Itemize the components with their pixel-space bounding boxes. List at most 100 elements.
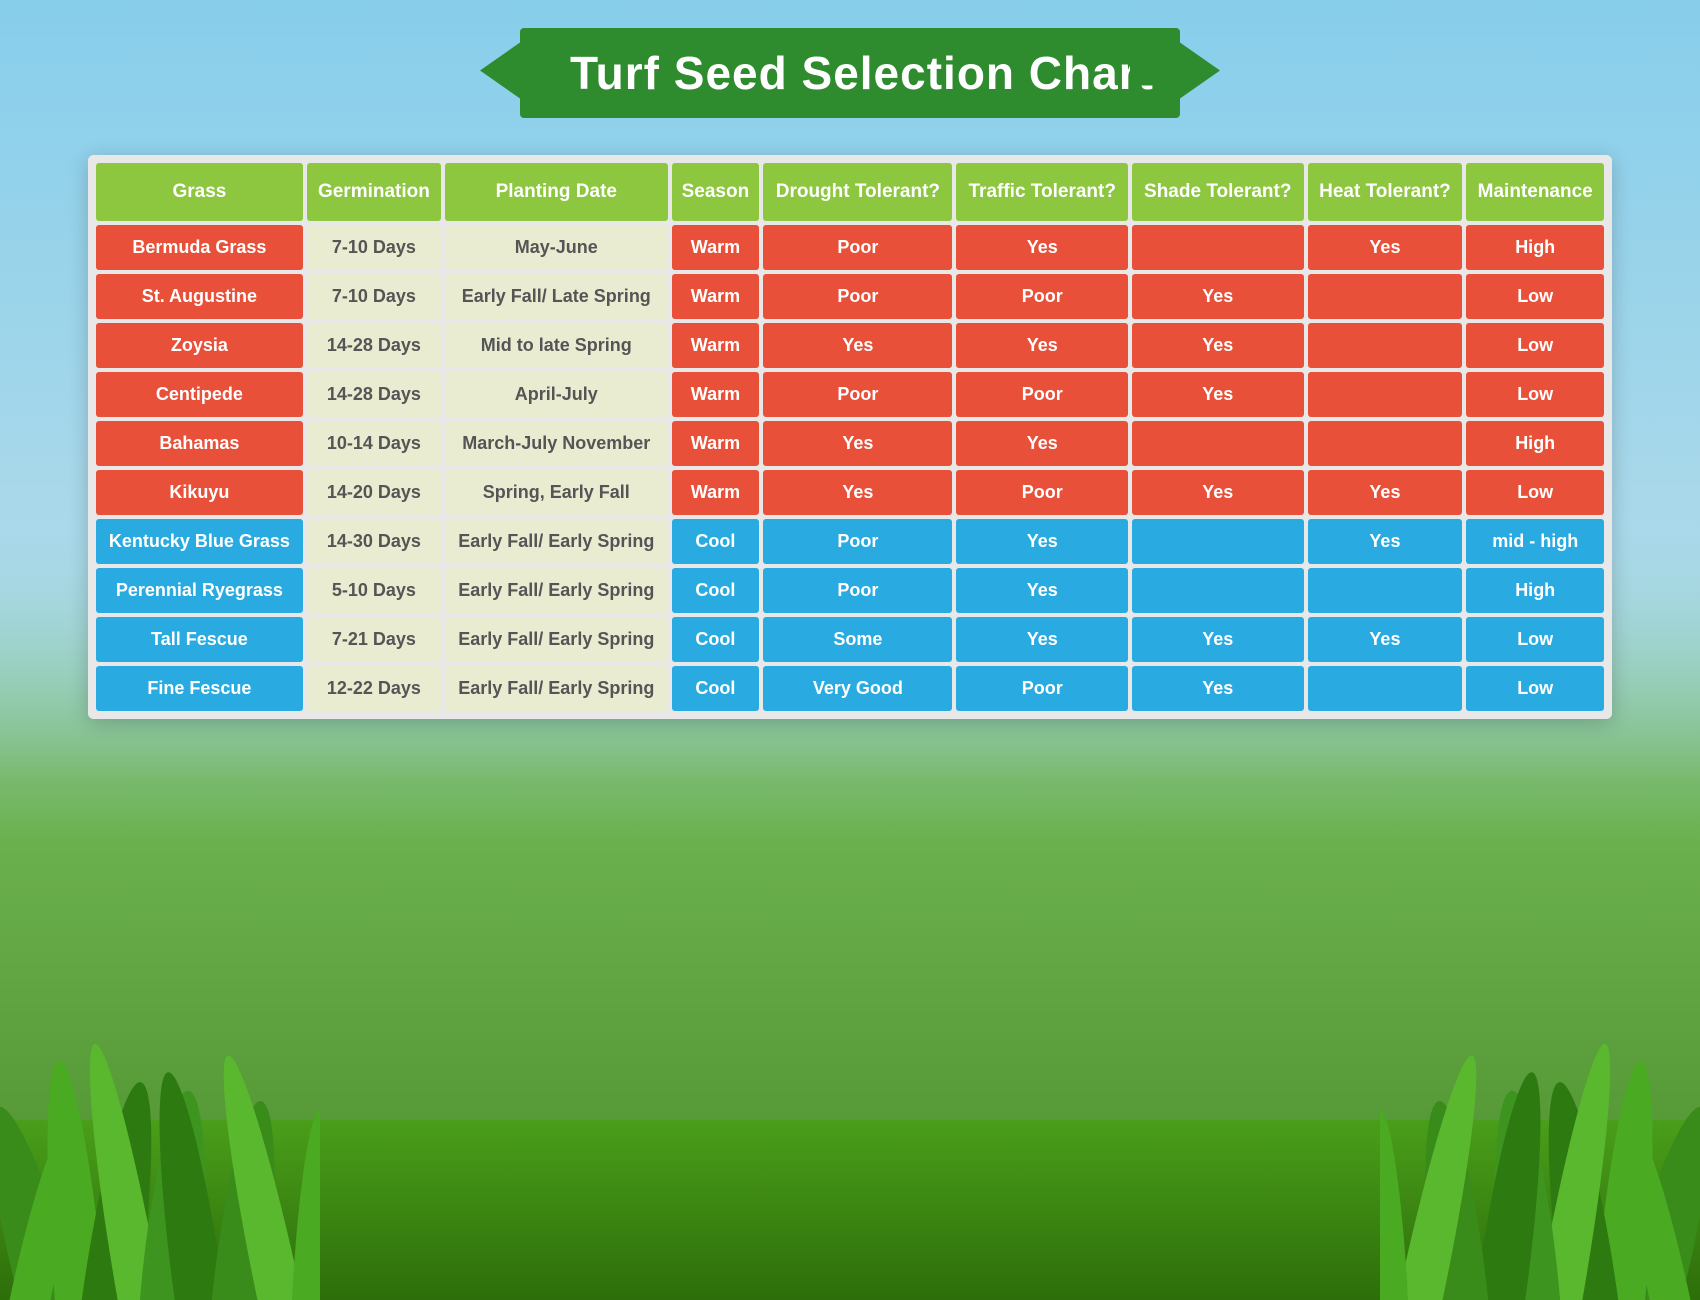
planting-cell: Early Fall/ Early Spring (445, 666, 668, 711)
traffic-cell: Poor (956, 470, 1128, 515)
germ-cell: 12-22 Days (307, 666, 441, 711)
shade-cell: Yes (1132, 666, 1304, 711)
heat-cell (1308, 323, 1463, 368)
planting-cell: Early Fall/ Early Spring (445, 519, 668, 564)
table-row: Zoysia14-28 DaysMid to late SpringWarmYe… (96, 323, 1604, 368)
maint-cell: Low (1466, 470, 1604, 515)
germ-cell: 14-28 Days (307, 323, 441, 368)
shade-cell: Yes (1132, 617, 1304, 662)
drought-cell: Poor (763, 274, 952, 319)
heat-cell (1308, 568, 1463, 613)
maint-cell: Low (1466, 372, 1604, 417)
drought-cell: Yes (763, 470, 952, 515)
grass-left (0, 920, 320, 1300)
shade-cell: Yes (1132, 372, 1304, 417)
arrow-left-decoration (480, 36, 570, 111)
traffic-cell: Poor (956, 372, 1128, 417)
season-cell: Cool (672, 666, 760, 711)
col-header-shade: Shade Tolerant? (1132, 163, 1304, 221)
season-cell: Warm (672, 323, 760, 368)
planting-cell: Early Fall/ Early Spring (445, 568, 668, 613)
heat-cell (1308, 274, 1463, 319)
season-cell: Cool (672, 519, 760, 564)
grass-cell: Tall Fescue (96, 617, 303, 662)
season-cell: Warm (672, 225, 760, 270)
heat-cell (1308, 421, 1463, 466)
table-row: Tall Fescue7-21 DaysEarly Fall/ Early Sp… (96, 617, 1604, 662)
season-cell: Warm (672, 372, 760, 417)
planting-cell: Early Fall/ Late Spring (445, 274, 668, 319)
maint-cell: High (1466, 225, 1604, 270)
col-header-season: Season (672, 163, 760, 221)
drought-cell: Poor (763, 225, 952, 270)
grass-cell: Kentucky Blue Grass (96, 519, 303, 564)
drought-cell: Yes (763, 421, 952, 466)
traffic-cell: Yes (956, 519, 1128, 564)
shade-cell (1132, 519, 1304, 564)
heat-cell: Yes (1308, 519, 1463, 564)
maint-cell: Low (1466, 323, 1604, 368)
title-banner: Turf Seed Selection Chart (520, 28, 1180, 118)
table-row: Perennial Ryegrass5-10 DaysEarly Fall/ E… (96, 568, 1604, 613)
grass-cell: Perennial Ryegrass (96, 568, 303, 613)
grass-cell: Centipede (96, 372, 303, 417)
shade-cell (1132, 421, 1304, 466)
maint-cell: Low (1466, 666, 1604, 711)
maint-cell: mid - high (1466, 519, 1604, 564)
traffic-cell: Yes (956, 421, 1128, 466)
grass-cell: Zoysia (96, 323, 303, 368)
drought-cell: Poor (763, 519, 952, 564)
drought-cell: Yes (763, 323, 952, 368)
traffic-cell: Yes (956, 568, 1128, 613)
germ-cell: 10-14 Days (307, 421, 441, 466)
drought-cell: Very Good (763, 666, 952, 711)
heat-cell (1308, 372, 1463, 417)
seed-selection-table: Grass Germination Planting Date Season D… (88, 155, 1612, 719)
title-area: Turf Seed Selection Chart (470, 18, 1230, 128)
planting-cell: Early Fall/ Early Spring (445, 617, 668, 662)
header-row: Grass Germination Planting Date Season D… (96, 163, 1604, 221)
maint-cell: Low (1466, 274, 1604, 319)
table-row: Bahamas10-14 DaysMarch-July NovemberWarm… (96, 421, 1604, 466)
title-text: Turf Seed Selection Chart (570, 47, 1154, 99)
heat-cell: Yes (1308, 225, 1463, 270)
grass-right (1380, 920, 1700, 1300)
table-row: Kentucky Blue Grass14-30 DaysEarly Fall/… (96, 519, 1604, 564)
traffic-cell: Poor (956, 666, 1128, 711)
germ-cell: 7-10 Days (307, 225, 441, 270)
col-header-germination: Germination (307, 163, 441, 221)
planting-cell: May-June (445, 225, 668, 270)
heat-cell: Yes (1308, 470, 1463, 515)
col-header-planting: Planting Date (445, 163, 668, 221)
heat-cell: Yes (1308, 617, 1463, 662)
table-row: Centipede14-28 DaysApril-JulyWarmPoorPoo… (96, 372, 1604, 417)
shade-cell: Yes (1132, 323, 1304, 368)
traffic-cell: Yes (956, 617, 1128, 662)
col-header-traffic: Traffic Tolerant? (956, 163, 1128, 221)
shade-cell (1132, 225, 1304, 270)
germ-cell: 14-28 Days (307, 372, 441, 417)
traffic-cell: Yes (956, 225, 1128, 270)
maint-cell: Low (1466, 617, 1604, 662)
drought-cell: Poor (763, 372, 952, 417)
grass-cell: Bermuda Grass (96, 225, 303, 270)
planting-cell: Spring, Early Fall (445, 470, 668, 515)
arrow-right-decoration (1130, 36, 1220, 111)
col-header-drought: Drought Tolerant? (763, 163, 952, 221)
col-header-grass: Grass (96, 163, 303, 221)
planting-cell: Mid to late Spring (445, 323, 668, 368)
germ-cell: 7-21 Days (307, 617, 441, 662)
maint-cell: High (1466, 568, 1604, 613)
grass-cell: Fine Fescue (96, 666, 303, 711)
germ-cell: 5-10 Days (307, 568, 441, 613)
shade-cell: Yes (1132, 274, 1304, 319)
table-row: Fine Fescue12-22 DaysEarly Fall/ Early S… (96, 666, 1604, 711)
grass-cell: St. Augustine (96, 274, 303, 319)
grass-cell: Kikuyu (96, 470, 303, 515)
season-cell: Warm (672, 274, 760, 319)
planting-cell: March-July November (445, 421, 668, 466)
heat-cell (1308, 666, 1463, 711)
shade-cell (1132, 568, 1304, 613)
drought-cell: Poor (763, 568, 952, 613)
season-cell: Cool (672, 617, 760, 662)
